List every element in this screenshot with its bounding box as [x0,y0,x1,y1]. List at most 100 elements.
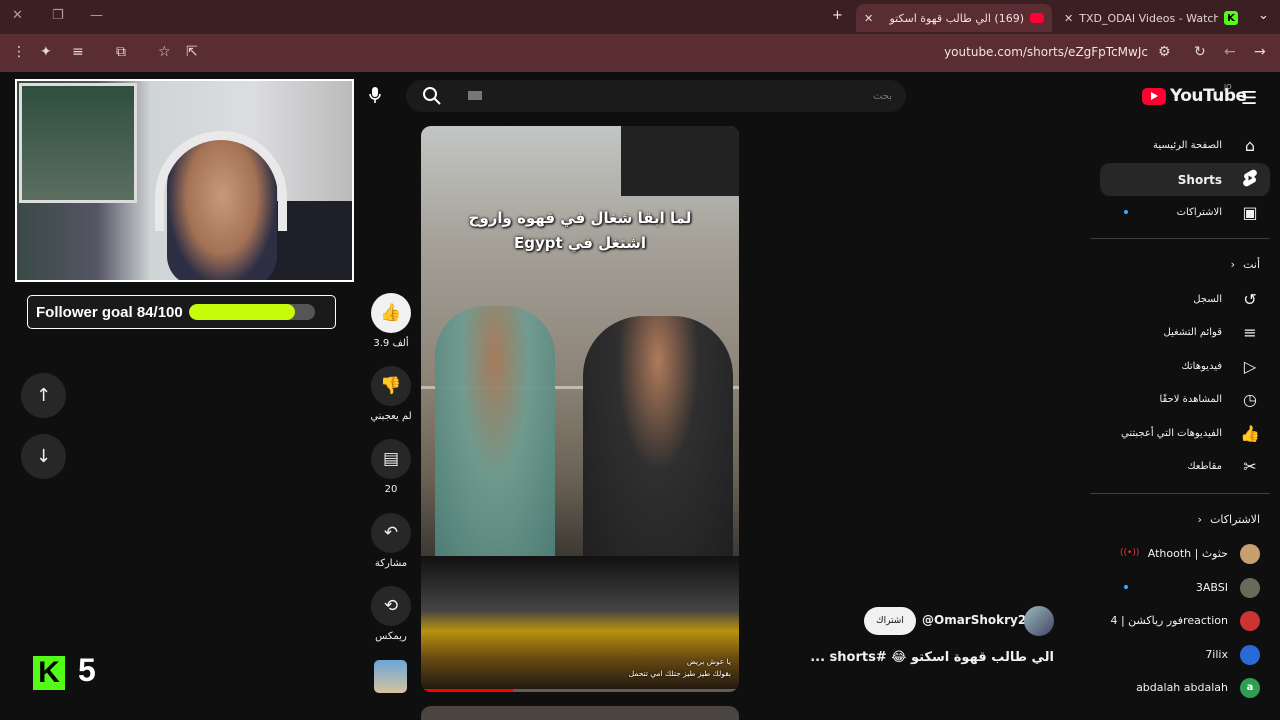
video-person-right [583,316,733,566]
channel-avatar [1240,610,1260,631]
channel-avatar: a [1240,677,1260,698]
browser-tab-bar: ✕ ❐ — + ✕ (169) الي طالب قهوة اسكتو ✕ TX… [0,0,1280,34]
your-videos-icon: ▷ [1243,357,1257,376]
share-label: مشاركة [374,558,408,569]
reload-icon[interactable]: ↻ [1194,44,1206,60]
comment-icon: ▤ [382,449,400,469]
video-caption[interactable]: الي طالب قهوة اسكتو 😂 #shorts ... [810,650,1054,665]
share-page-icon[interactable]: ⇱ [186,44,198,60]
like-count: 3.9 ألف [373,338,409,349]
bookmark-star-icon[interactable]: ☆ [158,44,171,60]
sidebar-item-watch-later[interactable]: المشاهدة لاحقًا ◷ [1100,383,1270,416]
sidebar-item-subscriptions[interactable]: الاشتراكات ▣ [1100,196,1270,229]
watch-later-icon: ◷ [1243,390,1257,409]
extension-icon[interactable]: ✦ [40,44,52,60]
youtube-logo[interactable]: YouTube JO [1142,83,1247,106]
kick-logo-icon: K [33,656,65,690]
comments-button[interactable]: ▤ [371,439,411,479]
extensions-puzzle-icon[interactable]: ⧉ [116,44,126,60]
follower-goal-widget: Follower goal 84/100 [27,295,336,329]
window-minimize-icon[interactable]: — [90,8,103,23]
new-tab-icon[interactable]: + [832,8,843,23]
playlists-icon: ≡ [1243,323,1257,342]
reading-list-icon[interactable]: ≡ [72,44,84,60]
window-close-icon[interactable]: ✕ [12,8,23,23]
country-code: JO [1224,83,1232,91]
back-icon[interactable]: → [1254,44,1266,60]
history-icon: ↺ [1243,290,1257,309]
sidebar-item-home[interactable]: الصفحة الرئيسية ⌂ [1100,129,1270,162]
menu-dots-icon[interactable]: ⋮ [12,44,26,60]
kick-viewer-count: 5 [78,652,96,688]
comment-count: 20 [384,484,398,495]
clips-icon: ✂ [1243,457,1257,476]
new-content-dot [1124,585,1128,589]
url-text[interactable]: youtube.com/shorts/eZgFpTcMwJc [944,45,1148,59]
video-subtitles: يا عوش بريض بقولك طيز طيز جتلك امي تتحمل [628,657,731,678]
sidebar-item-clips[interactable]: مقاطعك ✂ [1100,450,1270,483]
video-progress-bar[interactable] [421,689,739,692]
hamburger-menu-icon[interactable]: ☰ [1241,88,1257,109]
text-cursor-marker [468,91,482,100]
subscribe-button[interactable]: اشتراك [864,607,916,635]
address-bar: ⋮ ✦ ≡ ⧉ ☆ ⇱ youtube.com/shorts/eZgFpTcMw… [0,34,1280,72]
shorts-icon [1240,169,1260,191]
arrow-up-icon: ↑ [35,385,52,406]
sound-channel-thumbnail[interactable] [374,660,407,693]
channel-avatar [1240,644,1260,665]
remix-button[interactable]: ⟲ [371,586,411,626]
arrow-down-icon: ↓ [35,446,52,467]
remix-label: ريمكس [375,631,407,642]
comments-action: ▤ 20 [370,439,412,495]
search-input[interactable] [462,84,892,108]
site-settings-icon[interactable]: ⚙ [1158,44,1171,60]
tab-title: (169) الي طالب قهوة اسكتو [889,11,1024,25]
next-short-preview[interactable] [421,706,739,720]
forward-icon[interactable]: ← [1224,44,1236,60]
like-button[interactable]: 👍 [371,293,411,333]
remix-action: ⟲ ريمكس [370,586,412,642]
next-short-button[interactable]: ↓ [21,434,66,479]
voice-search-mic-icon[interactable] [360,80,390,110]
tab-close-icon[interactable]: ✕ [1064,12,1073,25]
subscription-abdalah[interactable]: abdalah abdalah a [1100,671,1270,704]
sidebar-item-history[interactable]: السجل ↺ [1100,283,1270,316]
dislike-button[interactable]: 👎 [371,366,411,406]
headphones-icon [155,131,287,231]
tab-title: TXD_ODAI Videos - Watch On [1079,11,1218,25]
subscription-athooth[interactable]: ((•)) Athooth | حثوث [1100,537,1270,570]
sidebar-you-header[interactable]: › أنت [1231,258,1260,271]
subscription-7ilix[interactable]: 7ilix [1100,638,1270,671]
sidebar-divider [1090,493,1270,494]
share-button[interactable]: ↶ [371,513,411,553]
video-progress-fill [421,689,514,692]
channel-handle[interactable]: @OmarShokry2 [922,613,1026,627]
sidebar-item-your-videos[interactable]: فيديوهاتك ▷ [1100,350,1270,383]
share-arrow-icon: ↶ [383,523,399,543]
tab-kick-videos[interactable]: ✕ TXD_ODAI Videos - Watch On K [1056,4,1246,32]
subscription-3absi[interactable]: 3ABSI [1100,571,1270,604]
chevron-left-icon: › [1230,258,1236,271]
sidebar-item-liked-videos[interactable]: الفيديوهات التي أعجبتني 👍 [1100,417,1270,450]
tab-youtube-short[interactable]: ✕ (169) الي طالب قهوة اسكتو [856,4,1052,32]
tab-close-icon[interactable]: ✕ [864,12,873,25]
tab-list-chevron-icon[interactable]: ⌄ [1258,8,1269,23]
thumbs-down-icon: 👎 [380,376,402,396]
sidebar-item-shorts[interactable]: Shorts [1100,163,1270,196]
kick-favicon-icon: K [1224,11,1238,25]
search-button[interactable] [406,80,458,112]
sidebar-subscriptions-header[interactable]: › الاشتراكات [1198,513,1260,526]
follower-goal-fill [188,304,295,320]
sidebar-divider [1090,238,1270,239]
subscription-4reaction[interactable]: فور رياكشن | 4reaction [1100,604,1270,637]
previous-short-button[interactable]: ↑ [21,373,66,418]
dislike-action: 👎 لم يعجبني [370,366,412,422]
short-video-player[interactable]: لما ابقا شغال في قهوه واروح اشتغل في Egy… [421,126,739,692]
video-overlay-title: لما ابقا شغال في قهوه واروح اشتغل في Egy… [468,209,692,252]
window-restore-icon[interactable]: ❐ [52,8,64,23]
follower-goal-bar [188,304,315,320]
channel-avatar[interactable] [1024,606,1054,636]
video-background-monitor [621,126,739,196]
home-icon: ⌂ [1244,136,1256,155]
sidebar-item-playlists[interactable]: قوائم التشغيل ≡ [1100,316,1270,349]
